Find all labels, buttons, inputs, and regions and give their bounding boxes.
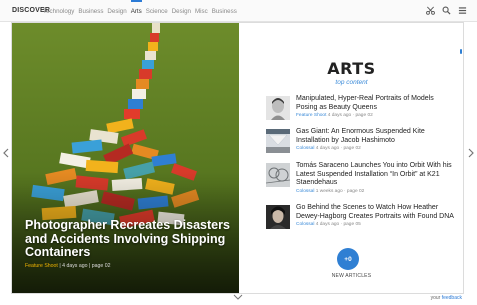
article-title[interactable]: Manipulated, Hyper-Real Portraits of Mod… [296,95,456,112]
article-source[interactable]: Colossal [296,189,314,194]
article-thumbnail [266,163,290,187]
new-articles-label[interactable]: NEW ARTICLES [239,273,464,279]
article-source[interactable]: Colossal [296,222,314,227]
article-source[interactable]: Colossal [296,146,314,151]
article-meta: Feature Shoot 4 days ago · page 02 [296,113,456,118]
scroll-indicator[interactable] [460,49,462,54]
new-articles-button[interactable]: +0 [337,248,359,270]
nav-item-business-2[interactable]: Business [212,8,237,15]
article-source[interactable]: Feature Shoot [296,113,326,118]
section-subtitle: top content [335,79,368,86]
nav-item-business[interactable]: Business [78,8,103,15]
category-nav: Technology Business Design Arts Science … [43,0,237,15]
nav-item-design-2[interactable]: Design [172,8,191,15]
section-title: ARTS [327,59,376,78]
menu-icon[interactable] [458,6,467,15]
feedback-link[interactable]: feedback [442,295,462,301]
top-content-column: ARTS top content Manipulated, Hyper-Real… [239,23,464,293]
nav-item-science[interactable]: Science [146,8,168,15]
article-title[interactable]: Go Behind the Scenes to Watch How Heathe… [296,204,456,221]
feature-story[interactable]: Photographer Recreates Disasters and Acc… [12,23,239,293]
chevron-down-icon[interactable] [233,294,243,300]
nav-item-misc[interactable]: Misc [195,8,208,15]
article-meta: Colossal 1 weeks ago · page 02 [296,189,456,194]
nav-item-design[interactable]: Design [107,8,126,15]
feature-source[interactable]: Feature Shoot [25,263,58,269]
previous-page-arrow-icon[interactable] [2,148,10,158]
article-body: Tomás Saraceno Launches You into Orbit W… [296,162,456,194]
article-thumbnail [266,205,290,229]
toolbar-icons [426,6,467,15]
article-body: Gas Giant: An Enormous Suspended Kite In… [296,128,456,151]
article-body: Manipulated, Hyper-Real Portraits of Mod… [296,95,456,118]
article-item[interactable]: Gas Giant: An Enormous Suspended Kite In… [266,128,451,158]
article-item[interactable]: Manipulated, Hyper-Real Portraits of Mod… [266,95,451,125]
article-title[interactable]: Tomás Saraceno Launches You into Orbit W… [296,162,456,188]
article-title[interactable]: Gas Giant: An Enormous Suspended Kite In… [296,128,456,145]
article-thumbnail [266,129,290,153]
nav-item-technology[interactable]: Technology [43,8,74,15]
article-meta: Colossal 4 days ago · page 05 [296,222,456,227]
feature-caption: Photographer Recreates Disasters and Acc… [25,218,230,269]
content-card: Photographer Recreates Disasters and Acc… [11,22,464,294]
scissors-icon[interactable] [426,6,435,15]
article-body: Go Behind the Scenes to Watch How Heathe… [296,204,456,227]
next-page-arrow-icon[interactable] [467,148,475,158]
top-navigation-bar: DISCOVER Technology Business Design Arts… [0,0,477,22]
footer-prefix: your [430,295,442,301]
nav-item-arts[interactable]: Arts [130,0,142,15]
article-meta-text: 4 days ago · page 05 [314,222,361,227]
article-thumbnail [266,96,290,120]
search-icon[interactable] [442,6,451,15]
article-meta-text: 4 days ago · page 02 [314,146,361,151]
feature-meta: Feature Shoot | 4 days ago | page 02 [25,263,230,269]
article-item[interactable]: Tomás Saraceno Launches You into Orbit W… [266,162,452,194]
feature-meta-text: | 4 days ago | page 02 [57,262,111,269]
article-meta-text: 4 days ago · page 02 [326,113,373,118]
article-meta-text: 1 weeks ago · page 02 [314,188,365,194]
feature-title[interactable]: Photographer Recreates Disasters and Acc… [25,218,230,260]
article-item[interactable]: Go Behind the Scenes to Watch How Heathe… [266,204,454,234]
article-meta: Colossal 4 days ago · page 02 [296,146,456,151]
footer: your feedback [431,295,462,301]
